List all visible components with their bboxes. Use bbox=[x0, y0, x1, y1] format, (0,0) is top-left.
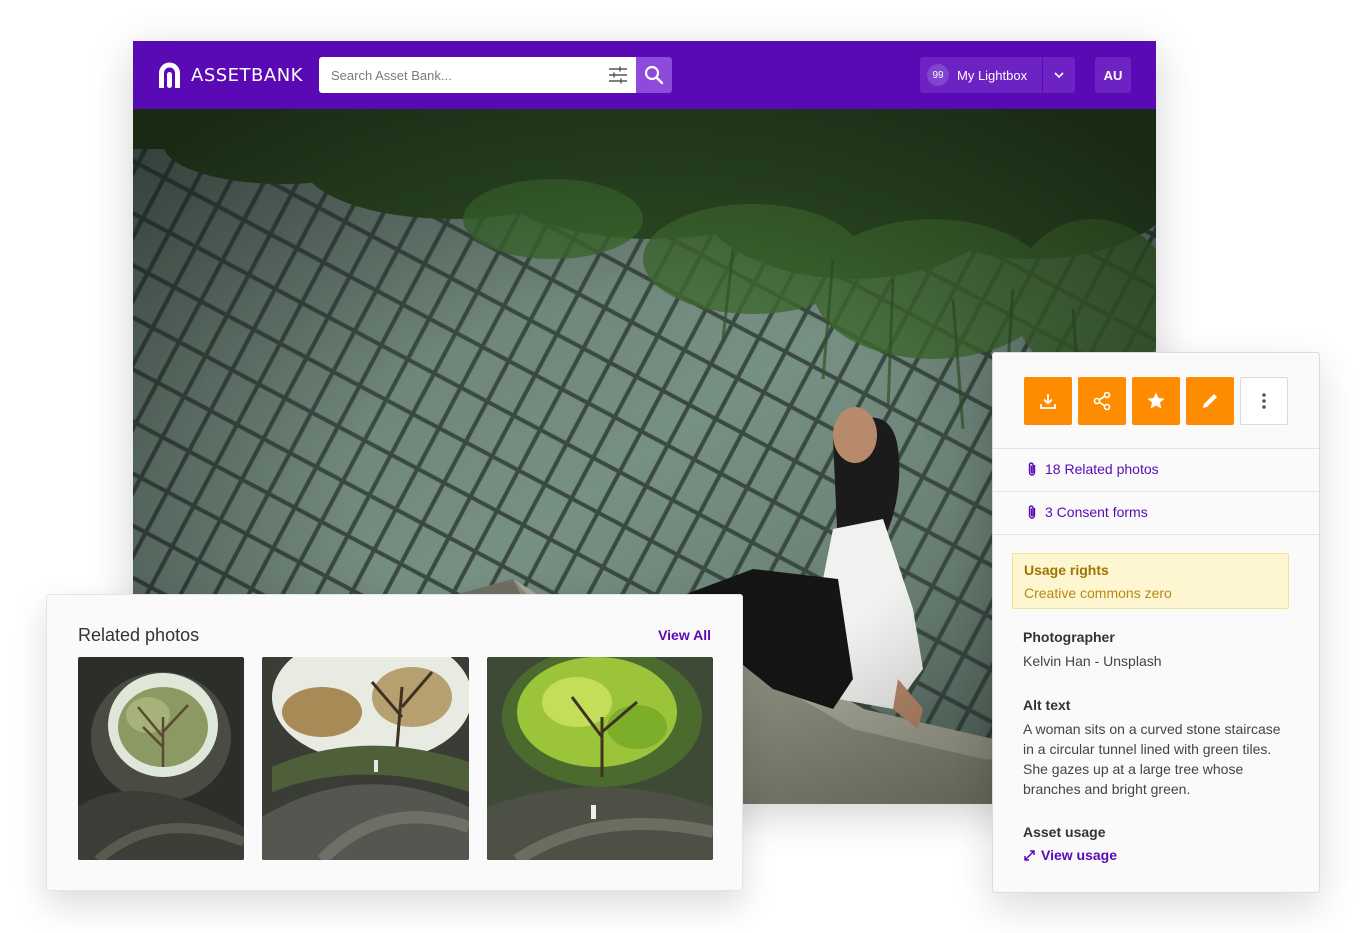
search-button[interactable] bbox=[636, 57, 672, 93]
divider bbox=[993, 534, 1319, 535]
more-vertical-icon bbox=[1262, 393, 1266, 409]
view-usage-label: View usage bbox=[1041, 847, 1118, 863]
assetbank-logo-icon bbox=[159, 62, 180, 88]
share-button[interactable] bbox=[1078, 377, 1126, 425]
usage-rights-label: Usage rights bbox=[1024, 562, 1109, 578]
search-bar bbox=[319, 57, 672, 93]
usage-rights-box: Usage rights Creative commons zero bbox=[1012, 553, 1289, 609]
consent-forms-link[interactable]: 3 Consent forms bbox=[1026, 504, 1148, 520]
divider bbox=[993, 491, 1319, 492]
top-navigation-bar: ASSETBANK Search Asset Bank... 99 My Lig… bbox=[133, 41, 1156, 109]
brand-name: ASSETBANK bbox=[191, 65, 303, 86]
lightbox-button[interactable]: 99 My Lightbox bbox=[920, 57, 1075, 93]
user-avatar[interactable]: AU bbox=[1095, 57, 1131, 93]
asset-usage-label: Asset usage bbox=[1023, 824, 1106, 840]
favourite-button[interactable] bbox=[1132, 377, 1180, 425]
photographer-value: Kelvin Han - Unsplash bbox=[1023, 653, 1162, 669]
lightbox-label: My Lightbox bbox=[957, 67, 1028, 83]
view-all-link[interactable]: View All bbox=[658, 627, 711, 643]
star-icon bbox=[1147, 392, 1165, 409]
alt-text-label: Alt text bbox=[1023, 697, 1071, 713]
download-icon bbox=[1040, 394, 1056, 409]
sliders-icon[interactable] bbox=[608, 66, 628, 84]
edit-button[interactable] bbox=[1186, 377, 1234, 425]
divider bbox=[993, 448, 1319, 449]
related-photo-thumbnail[interactable] bbox=[262, 657, 469, 860]
expand-arrows-icon bbox=[1024, 849, 1035, 861]
lightbox-dropdown-toggle[interactable] bbox=[1043, 57, 1075, 93]
share-icon bbox=[1093, 391, 1111, 411]
chevron-down-icon bbox=[1054, 72, 1064, 79]
alt-text-value: A woman sits on a curved stone staircase… bbox=[1023, 721, 1281, 797]
related-photos-card: Related photos View All bbox=[46, 594, 743, 891]
paperclip-icon bbox=[1028, 462, 1036, 476]
paperclip-icon bbox=[1028, 505, 1036, 519]
download-button[interactable] bbox=[1024, 377, 1072, 425]
related-photos-link[interactable]: 18 Related photos bbox=[1026, 461, 1159, 477]
asset-action-toolbar bbox=[1024, 377, 1288, 425]
more-options-button[interactable] bbox=[1240, 377, 1288, 425]
view-usage-link[interactable]: View usage bbox=[1023, 847, 1117, 863]
search-input[interactable] bbox=[331, 67, 591, 83]
asset-details-panel: 18 Related photos 3 Consent forms Usage … bbox=[992, 352, 1320, 893]
lightbox-count-badge: 99 bbox=[927, 64, 949, 86]
photographer-label: Photographer bbox=[1023, 629, 1115, 645]
related-photos-link-label: 18 Related photos bbox=[1045, 461, 1159, 477]
related-photo-thumbnail[interactable] bbox=[78, 657, 244, 860]
consent-forms-link-label: 3 Consent forms bbox=[1045, 504, 1148, 520]
search-field bbox=[319, 57, 636, 93]
usage-rights-value: Creative commons zero bbox=[1024, 585, 1172, 601]
related-photo-thumbnail[interactable] bbox=[487, 657, 713, 860]
related-photos-title: Related photos bbox=[78, 625, 200, 645]
search-icon bbox=[644, 65, 664, 85]
page-stage: ASSETBANK Search Asset Bank... 99 My Lig… bbox=[0, 0, 1365, 933]
pencil-icon bbox=[1203, 394, 1217, 408]
brand-logo[interactable]: ASSETBANK bbox=[157, 62, 303, 89]
